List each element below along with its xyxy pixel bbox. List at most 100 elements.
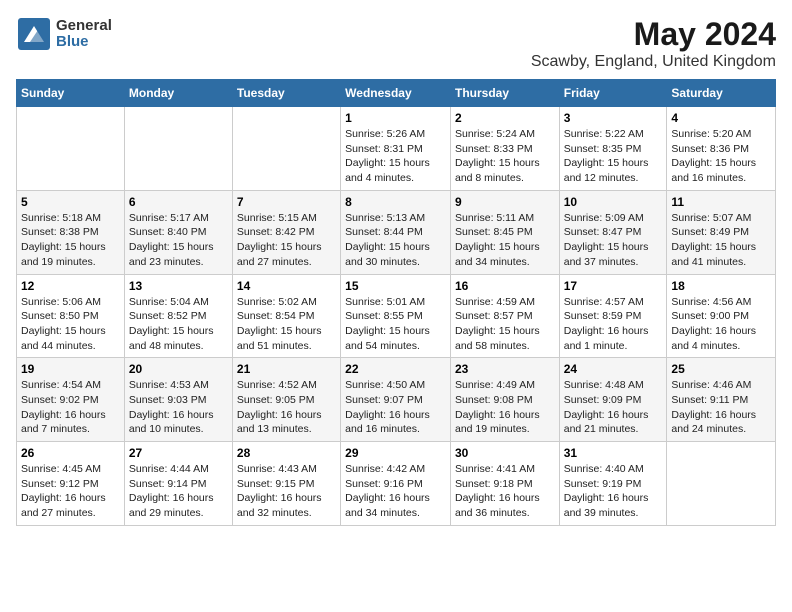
day-cell: 2 Sunrise: 5:24 AM Sunset: 8:33 PM Daylig… [450,107,559,191]
day-number: 11 [671,195,771,209]
day-cell [124,107,232,191]
day-info: Sunrise: 5:15 AM Sunset: 8:42 PM Dayligh… [237,211,336,270]
day-number: 12 [21,279,120,293]
day-cell: 19Sunrise: 4:54 AM Sunset: 9:02 PM Dayli… [17,358,125,442]
day-info: Sunrise: 5:07 AM Sunset: 8:49 PM Dayligh… [671,211,771,270]
day-number: 14 [237,279,336,293]
logo-icon [16,16,52,52]
day-info: Sunrise: 5:02 AM Sunset: 8:54 PM Dayligh… [237,295,336,354]
day-cell: 10 Sunrise: 5:09 AM Sunset: 8:47 PM Dayli… [559,190,667,274]
day-number: 21 [237,362,336,376]
day-header-monday: Monday [124,80,232,107]
day-header-tuesday: Tuesday [232,80,340,107]
day-info: Sunrise: 4:59 AM Sunset: 8:57 PM Dayligh… [455,295,555,354]
day-cell: 4 Sunrise: 5:20 AM Sunset: 8:36 PM Daylig… [667,107,776,191]
day-cell: 1Sunrise: 5:26 AM Sunset: 8:31 PM Daylig… [341,107,451,191]
day-cell: 3 Sunrise: 5:22 AM Sunset: 8:35 PM Daylig… [559,107,667,191]
day-number: 18 [671,279,771,293]
day-cell: 29 Sunrise: 4:42 AM Sunset: 9:16 PM Dayli… [341,442,451,526]
day-cell: 13 Sunrise: 5:04 AM Sunset: 8:52 PM Dayli… [124,274,232,358]
day-cell: 30 Sunrise: 4:41 AM Sunset: 9:18 PM Dayli… [450,442,559,526]
day-info: Sunrise: 5:09 AM Sunset: 8:47 PM Dayligh… [564,211,663,270]
day-number: 27 [129,446,228,460]
calendar-table: SundayMondayTuesdayWednesdayThursdayFrid… [16,79,776,526]
day-info: Sunrise: 4:44 AM Sunset: 9:14 PM Dayligh… [129,462,228,521]
day-info: Sunrise: 5:04 AM Sunset: 8:52 PM Dayligh… [129,295,228,354]
day-number: 8 [345,195,446,209]
day-info: Sunrise: 4:41 AM Sunset: 9:18 PM Dayligh… [455,462,555,521]
day-cell [232,107,340,191]
day-info: Sunrise: 4:48 AM Sunset: 9:09 PM Dayligh… [564,378,663,437]
day-number: 28 [237,446,336,460]
day-cell: 16Sunrise: 4:59 AM Sunset: 8:57 PM Dayli… [450,274,559,358]
week-row-1: 1Sunrise: 5:26 AM Sunset: 8:31 PM Daylig… [17,107,776,191]
day-cell: 28Sunrise: 4:43 AM Sunset: 9:15 PM Dayli… [232,442,340,526]
logo-general: General [56,18,112,35]
day-cell: 31Sunrise: 4:40 AM Sunset: 9:19 PM Dayli… [559,442,667,526]
week-row-5: 26 Sunrise: 4:45 AM Sunset: 9:12 PM Dayli… [17,442,776,526]
day-header-sunday: Sunday [17,80,125,107]
day-info: Sunrise: 5:01 AM Sunset: 8:55 PM Dayligh… [345,295,446,354]
day-number: 5 [21,195,120,209]
day-info: Sunrise: 5:20 AM Sunset: 8:36 PM Dayligh… [671,127,771,186]
week-row-2: 5Sunrise: 5:18 AM Sunset: 8:38 PM Daylig… [17,190,776,274]
day-number: 20 [129,362,228,376]
week-row-4: 19Sunrise: 4:54 AM Sunset: 9:02 PM Dayli… [17,358,776,442]
day-info: Sunrise: 5:22 AM Sunset: 8:35 PM Dayligh… [564,127,663,186]
day-info: Sunrise: 5:24 AM Sunset: 8:33 PM Dayligh… [455,127,555,186]
day-cell: 9 Sunrise: 5:11 AM Sunset: 8:45 PM Daylig… [450,190,559,274]
day-info: Sunrise: 5:11 AM Sunset: 8:45 PM Dayligh… [455,211,555,270]
day-number: 6 [129,195,228,209]
page-header: General Blue May 2024 Scawby, England, U… [16,16,776,71]
day-info: Sunrise: 5:06 AM Sunset: 8:50 PM Dayligh… [21,295,120,354]
day-header-friday: Friday [559,80,667,107]
day-info: Sunrise: 4:54 AM Sunset: 9:02 PM Dayligh… [21,378,120,437]
day-number: 17 [564,279,663,293]
subtitle: Scawby, England, United Kingdom [531,53,776,71]
day-cell: 17Sunrise: 4:57 AM Sunset: 8:59 PM Dayli… [559,274,667,358]
day-number: 4 [671,111,771,125]
title-block: May 2024 Scawby, England, United Kingdom [531,16,776,71]
day-info: Sunrise: 4:45 AM Sunset: 9:12 PM Dayligh… [21,462,120,521]
day-number: 15 [345,279,446,293]
day-number: 3 [564,111,663,125]
day-number: 30 [455,446,555,460]
day-cell: 14 Sunrise: 5:02 AM Sunset: 8:54 PM Dayli… [232,274,340,358]
day-number: 25 [671,362,771,376]
day-cell: 24 Sunrise: 4:48 AM Sunset: 9:09 PM Dayli… [559,358,667,442]
day-cell: 20 Sunrise: 4:53 AM Sunset: 9:03 PM Dayli… [124,358,232,442]
day-number: 22 [345,362,446,376]
day-info: Sunrise: 5:17 AM Sunset: 8:40 PM Dayligh… [129,211,228,270]
day-number: 7 [237,195,336,209]
day-cell: 15 Sunrise: 5:01 AM Sunset: 8:55 PM Dayli… [341,274,451,358]
day-cell: 8 Sunrise: 5:13 AM Sunset: 8:44 PM Daylig… [341,190,451,274]
day-number: 26 [21,446,120,460]
day-cell: 27 Sunrise: 4:44 AM Sunset: 9:14 PM Dayli… [124,442,232,526]
day-header-wednesday: Wednesday [341,80,451,107]
day-cell: 26 Sunrise: 4:45 AM Sunset: 9:12 PM Dayli… [17,442,125,526]
day-number: 2 [455,111,555,125]
day-cell: 25 Sunrise: 4:46 AM Sunset: 9:11 PM Dayli… [667,358,776,442]
day-number: 13 [129,279,228,293]
week-row-3: 12 Sunrise: 5:06 AM Sunset: 8:50 PM Dayli… [17,274,776,358]
day-number: 1 [345,111,446,125]
day-cell: 7 Sunrise: 5:15 AM Sunset: 8:42 PM Daylig… [232,190,340,274]
logo: General Blue [16,16,112,52]
day-number: 24 [564,362,663,376]
day-number: 31 [564,446,663,460]
day-cell: 11 Sunrise: 5:07 AM Sunset: 8:49 PM Dayli… [667,190,776,274]
day-header-saturday: Saturday [667,80,776,107]
day-number: 9 [455,195,555,209]
day-info: Sunrise: 4:50 AM Sunset: 9:07 PM Dayligh… [345,378,446,437]
day-info: Sunrise: 4:42 AM Sunset: 9:16 PM Dayligh… [345,462,446,521]
day-info: Sunrise: 5:13 AM Sunset: 8:44 PM Dayligh… [345,211,446,270]
day-cell: 22 Sunrise: 4:50 AM Sunset: 9:07 PM Dayli… [341,358,451,442]
day-number: 10 [564,195,663,209]
day-number: 29 [345,446,446,460]
day-info: Sunrise: 4:53 AM Sunset: 9:03 PM Dayligh… [129,378,228,437]
day-cell [667,442,776,526]
logo-blue: Blue [56,34,112,51]
day-header-thursday: Thursday [450,80,559,107]
day-info: Sunrise: 4:46 AM Sunset: 9:11 PM Dayligh… [671,378,771,437]
day-cell: 23Sunrise: 4:49 AM Sunset: 9:08 PM Dayli… [450,358,559,442]
